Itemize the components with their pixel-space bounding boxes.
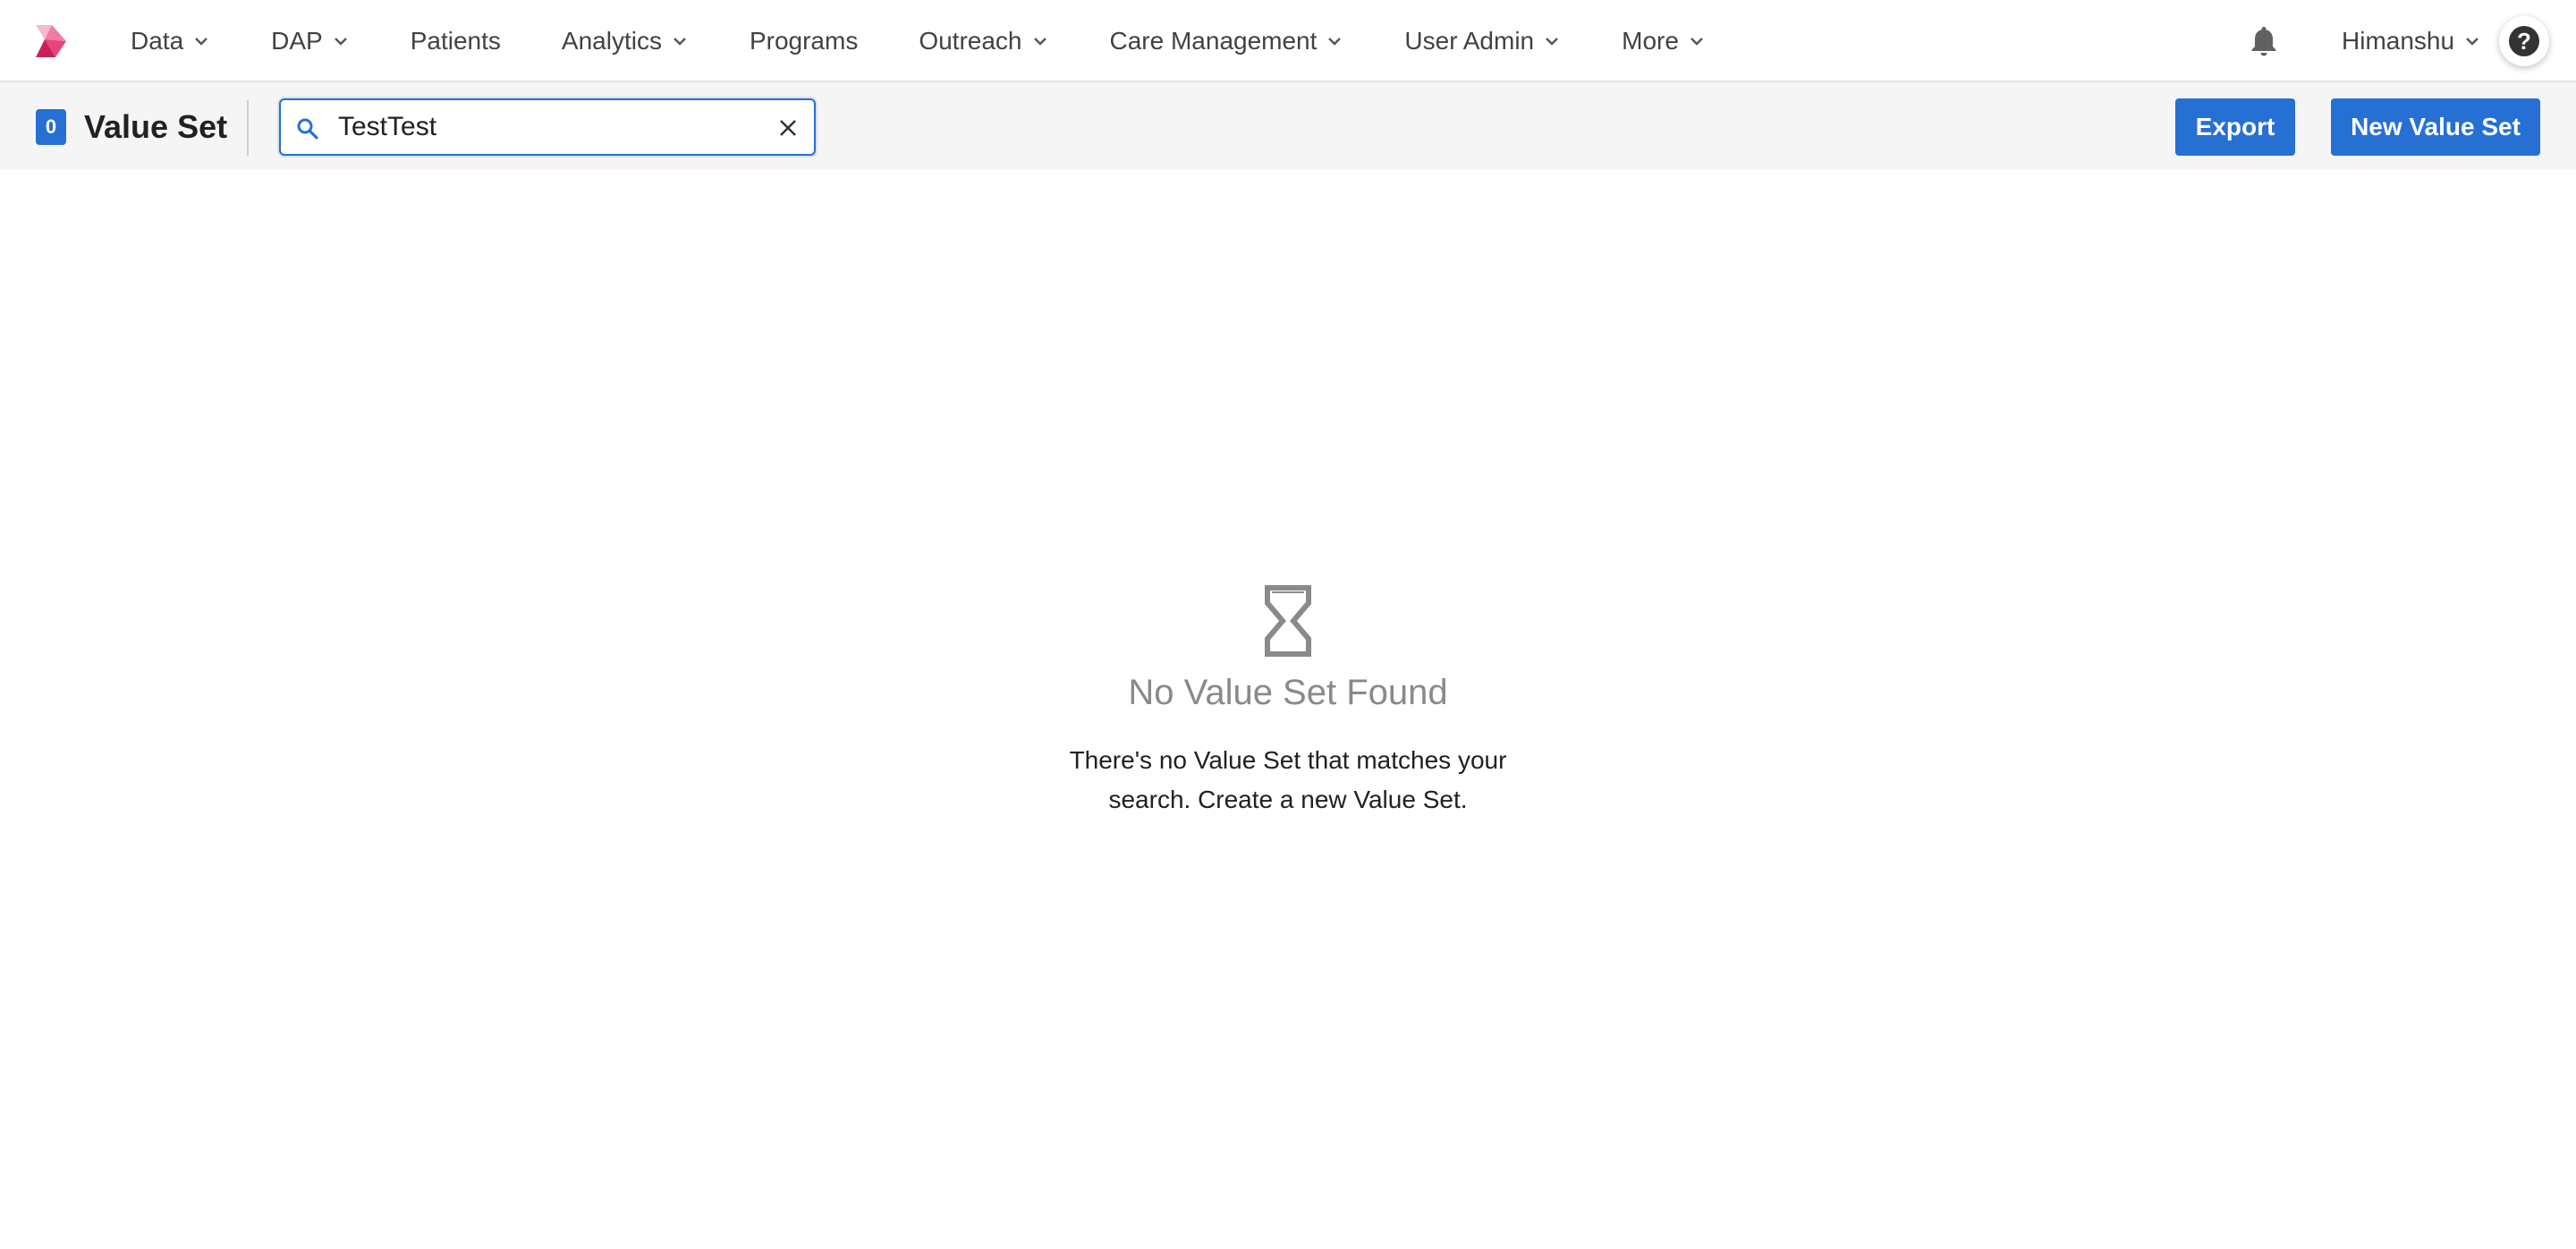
export-button[interactable]: Export bbox=[2175, 98, 2295, 156]
empty-state-line-1: There's no Value Set that matches your bbox=[1069, 746, 1507, 774]
user-menu[interactable]: Himanshu bbox=[2342, 0, 2479, 82]
nav-item-label: Data bbox=[131, 27, 184, 55]
chevron-down-icon bbox=[1328, 38, 1342, 46]
nav-item-label: Care Management bbox=[1109, 27, 1318, 55]
search-field[interactable] bbox=[279, 98, 816, 156]
nav-item-outreach[interactable]: Outreach bbox=[919, 0, 1046, 82]
notifications-bell-icon[interactable] bbox=[2249, 25, 2279, 57]
chevron-down-icon bbox=[1033, 38, 1046, 46]
new-value-set-button[interactable]: New Value Set bbox=[2331, 98, 2540, 156]
close-icon[interactable] bbox=[776, 116, 800, 140]
nav-item-label: Analytics bbox=[561, 27, 662, 55]
nav-item-analytics[interactable]: Analytics bbox=[562, 0, 687, 82]
nav-item-label: User Admin bbox=[1404, 27, 1535, 55]
app-logo[interactable] bbox=[32, 21, 72, 61]
nav-item-user-admin[interactable]: User Admin bbox=[1404, 0, 1559, 82]
nav-item-label: DAP bbox=[271, 27, 323, 55]
nav-item-data[interactable]: Data bbox=[131, 0, 208, 82]
hourglass-icon bbox=[1265, 585, 1311, 657]
nav-item-label: Programs bbox=[749, 27, 859, 55]
nav-item-label: Patients bbox=[410, 27, 501, 55]
toolbar-divider bbox=[247, 100, 249, 156]
empty-state-line-2: search. Create a new Value Set. bbox=[1108, 786, 1468, 813]
chevron-down-icon bbox=[334, 38, 347, 46]
chevron-down-icon bbox=[195, 38, 208, 46]
chevron-down-icon bbox=[1546, 38, 1558, 46]
top-navigation-bar: Data DAP Patients Analytics Programs Out… bbox=[0, 0, 2576, 82]
nav-item-dap[interactable]: DAP bbox=[271, 0, 348, 82]
count-badge: 0 bbox=[36, 109, 66, 145]
nav-item-more[interactable]: More bbox=[1622, 0, 1704, 82]
nav-item-label: Outreach bbox=[919, 27, 1022, 55]
user-name: Himanshu bbox=[2342, 27, 2455, 55]
main-menu: Data DAP Patients Analytics Programs Out… bbox=[131, 0, 1704, 82]
empty-state-description: There's no Value Set that matches your s… bbox=[1055, 741, 1521, 820]
nav-item-label: More bbox=[1622, 27, 1679, 55]
nav-item-care-management[interactable]: Care Management bbox=[1110, 0, 1343, 82]
page-toolbar: 0 Value Set Export New Value Set bbox=[0, 84, 2576, 170]
search-icon bbox=[297, 118, 318, 140]
chevron-down-icon bbox=[2466, 38, 2479, 46]
empty-state-title: No Value Set Found bbox=[1128, 673, 1448, 712]
nav-item-programs[interactable]: Programs bbox=[750, 0, 858, 82]
page-title: Value Set bbox=[84, 108, 228, 145]
help-icon: ? bbox=[2509, 26, 2539, 56]
search-input[interactable] bbox=[338, 109, 750, 145]
nav-item-patients[interactable]: Patients bbox=[411, 0, 501, 82]
chevron-down-icon bbox=[1690, 38, 1703, 46]
chevron-down-icon bbox=[674, 38, 686, 46]
help-button[interactable]: ? bbox=[2499, 16, 2549, 66]
